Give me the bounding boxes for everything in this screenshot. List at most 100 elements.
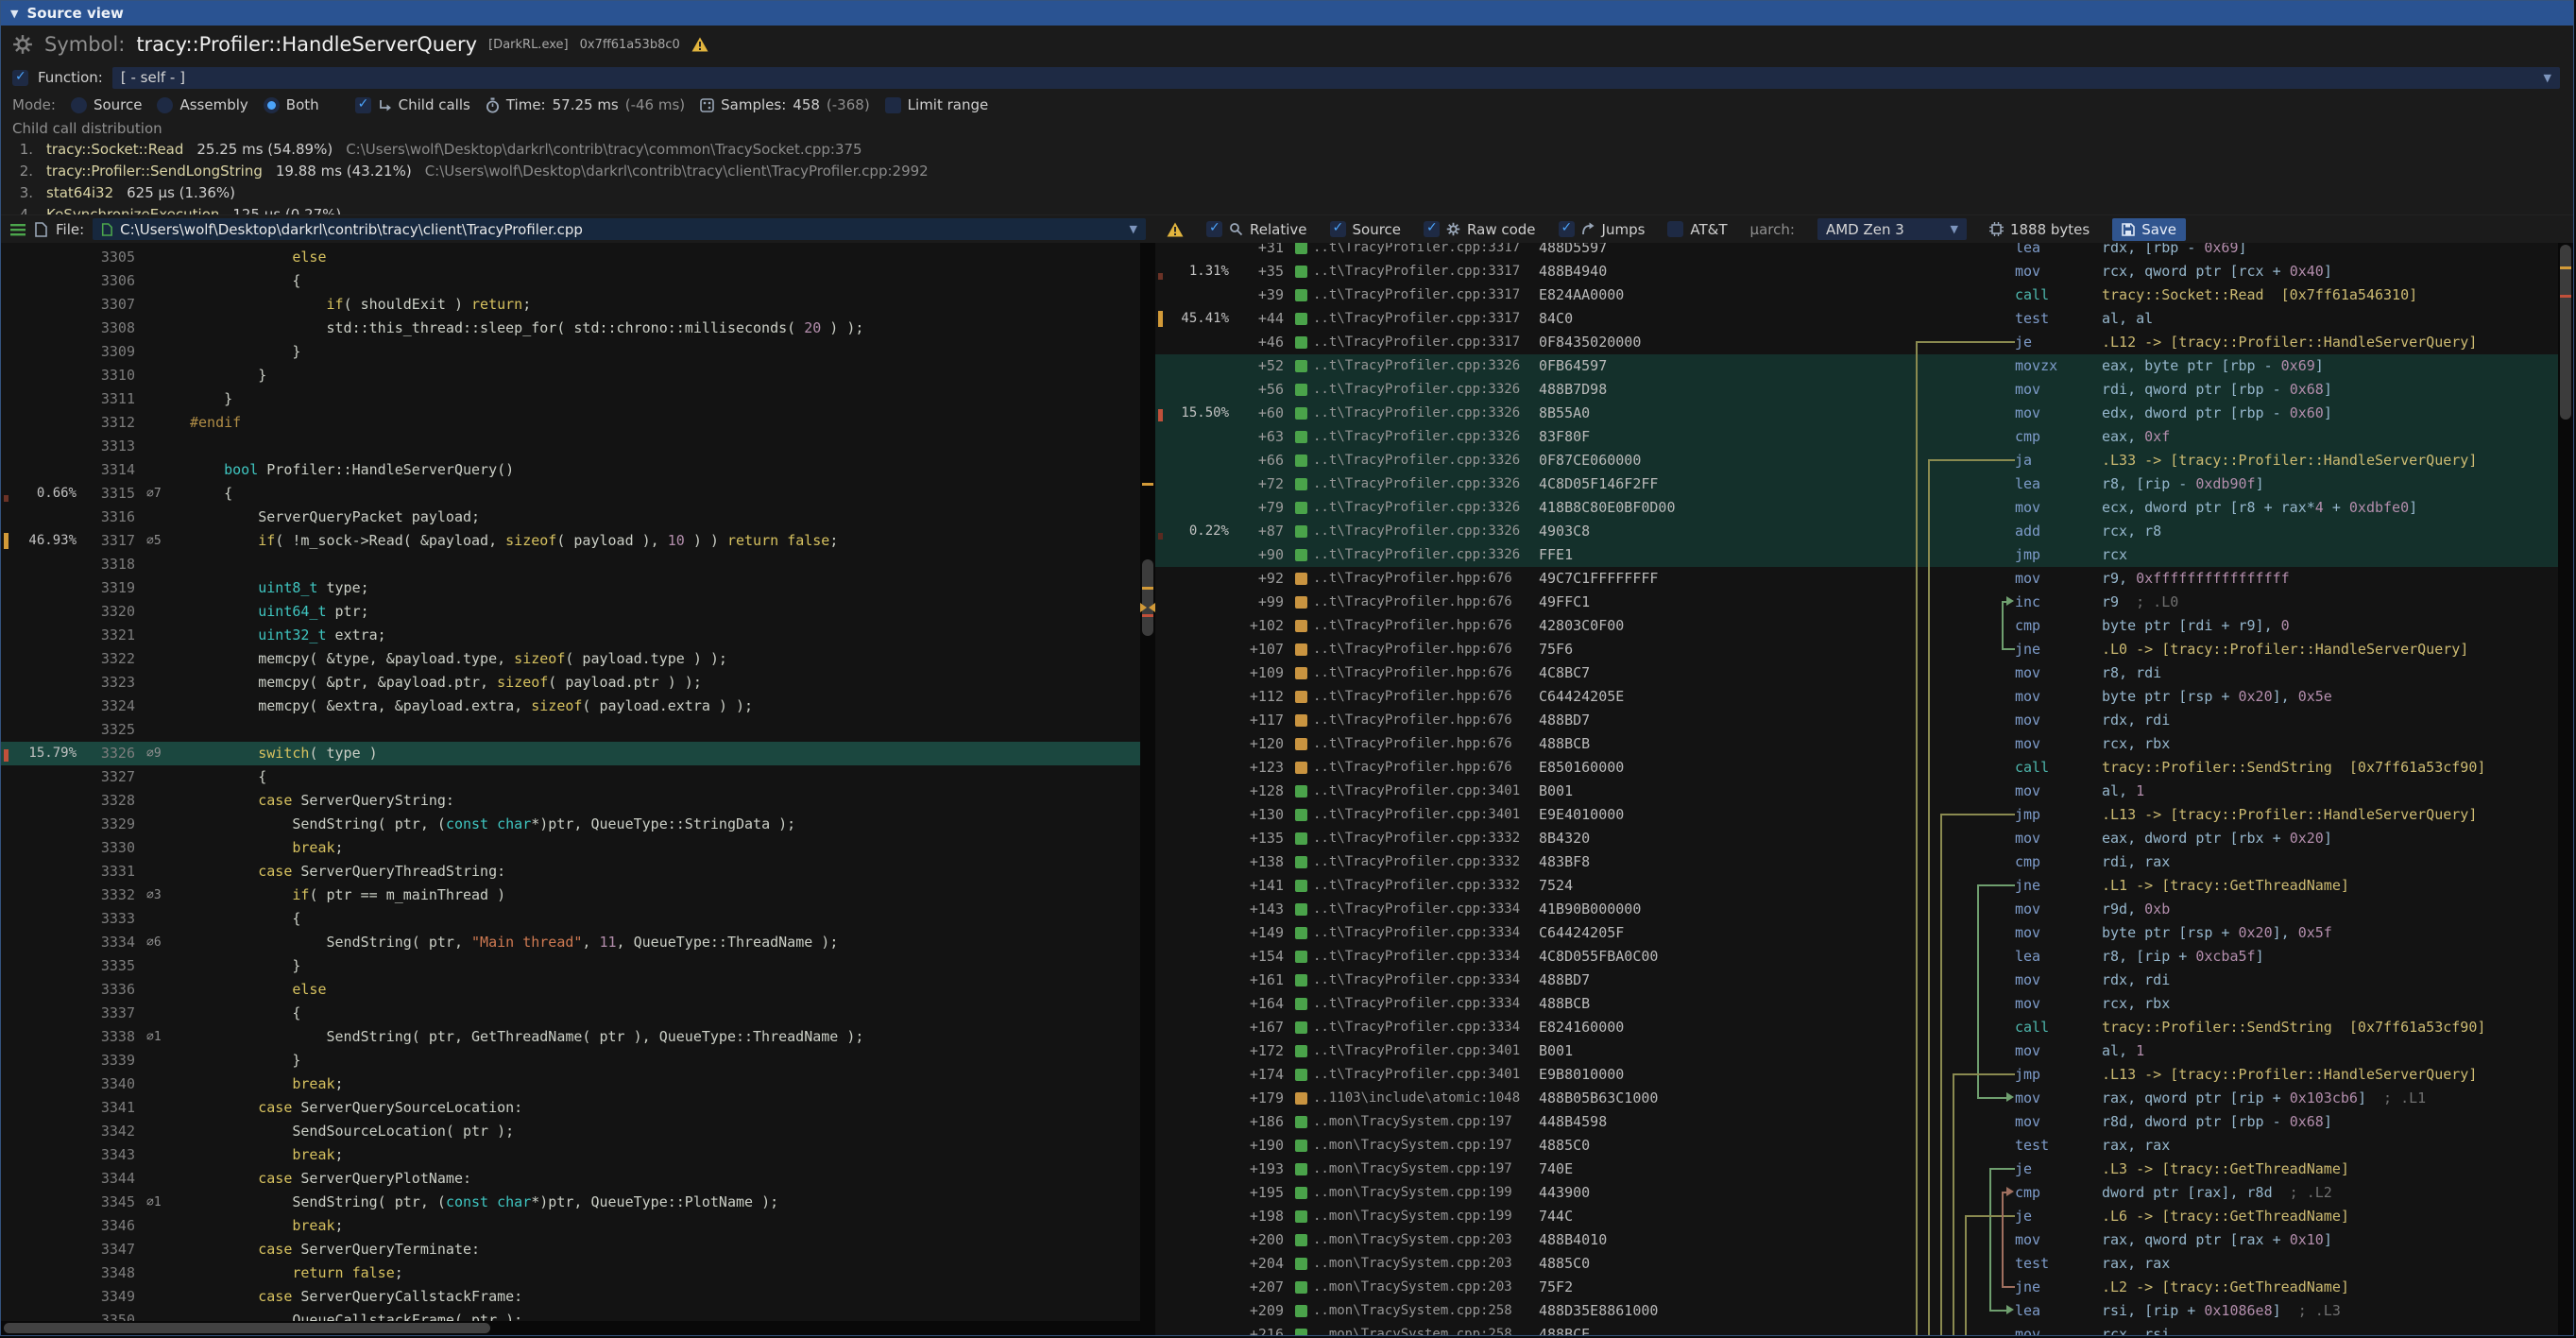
- source-line[interactable]: 3334⌀6 SendString( ptr, "Main thread", 1…: [1, 931, 1140, 954]
- asm-row[interactable]: +186..mon\TracySystem.cpp:197448B4598mov…: [1155, 1110, 2558, 1134]
- asm-row[interactable]: +216..mon\TracySystem.cpp:258488BCEmovrc…: [1155, 1323, 2558, 1335]
- source-line[interactable]: 3340 break;: [1, 1072, 1140, 1096]
- mode-radio-assembly[interactable]: Assembly: [157, 96, 247, 113]
- asm-row[interactable]: +179..1103\include\atomic:1048488B05B63C…: [1155, 1087, 2558, 1110]
- att-checkbox[interactable]: AT&T: [1667, 221, 1727, 238]
- list-icon[interactable]: [10, 223, 26, 236]
- asm-row[interactable]: +141..t\TracyProfiler.cpp:33327524jne.L1…: [1155, 874, 2558, 898]
- function-checkbox[interactable]: [12, 70, 28, 86]
- asm-row[interactable]: +72..t\TracyProfiler.cpp:33264C8D05F146F…: [1155, 472, 2558, 496]
- mode-radio-source[interactable]: Source: [71, 96, 143, 113]
- source-line[interactable]: 3328 case ServerQueryString:: [1, 789, 1140, 813]
- scrollbar-thumb[interactable]: [4, 1323, 490, 1333]
- source-line[interactable]: 0.66%3315⌀7 {: [1, 482, 1140, 506]
- source-line[interactable]: 3332⌀3 if( ptr == m_mainThread ): [1, 883, 1140, 907]
- source-line[interactable]: 46.93%3317⌀5 if( !m_sock->Read( &payload…: [1, 529, 1140, 553]
- source-line[interactable]: 3348 return false;: [1, 1261, 1140, 1285]
- scrollbar-thumb[interactable]: [2560, 245, 2571, 420]
- scrollbar-thumb[interactable]: [1142, 559, 1153, 636]
- limit-range-checkbox[interactable]: Limit range: [885, 96, 989, 113]
- child-call-item[interactable]: 3.stat64i32625 μs (1.36%): [12, 182, 2562, 204]
- source-line[interactable]: 3323 memcpy( &ptr, &payload.ptr, sizeof(…: [1, 671, 1140, 695]
- source-line[interactable]: 3319 uint8_t type;: [1, 576, 1140, 600]
- asm-row[interactable]: +52..t\TracyProfiler.cpp:33260FB64597mov…: [1155, 354, 2558, 378]
- asm-row[interactable]: +112..t\TracyProfiler.hpp:676C64424205Em…: [1155, 685, 2558, 709]
- asm-row[interactable]: +154..t\TracyProfiler.cpp:33344C8D055FBA…: [1155, 945, 2558, 969]
- source-horizontal-scrollbar[interactable]: [1, 1321, 1140, 1335]
- asm-row[interactable]: +172..t\TracyProfiler.cpp:3401B001moval,…: [1155, 1039, 2558, 1063]
- asm-row[interactable]: +117..t\TracyProfiler.hpp:676488BD7movrd…: [1155, 709, 2558, 732]
- mode-radio-both[interactable]: Both: [264, 96, 319, 113]
- source-vertical-scrollbar[interactable]: [1140, 243, 1155, 1335]
- asm-row[interactable]: +138..t\TracyProfiler.cpp:3332483BF8cmpr…: [1155, 850, 2558, 874]
- source-line[interactable]: 3321 uint32_t extra;: [1, 624, 1140, 647]
- source-line[interactable]: 3308 std::this_thread::sleep_for( std::c…: [1, 317, 1140, 340]
- child-calls-checkbox[interactable]: Child calls: [355, 96, 470, 113]
- asm-row[interactable]: +190..mon\TracySystem.cpp:1974885C0testr…: [1155, 1134, 2558, 1158]
- source-line[interactable]: 3330 break;: [1, 836, 1140, 860]
- asm-row[interactable]: +92..t\TracyProfiler.hpp:67649C7C1FFFFFF…: [1155, 567, 2558, 591]
- asm-row[interactable]: +56..t\TracyProfiler.cpp:3326488B7D98mov…: [1155, 378, 2558, 402]
- source-line[interactable]: 3347 case ServerQueryTerminate:: [1, 1238, 1140, 1261]
- function-combo[interactable]: [ - self - ] ▼: [112, 67, 2560, 89]
- asm-row[interactable]: +149..t\TracyProfiler.cpp:3334C64424205F…: [1155, 921, 2558, 945]
- jumps-checkbox[interactable]: Jumps: [1559, 221, 1646, 238]
- asm-row[interactable]: +63..t\TracyProfiler.cpp:332683F80Fcmpea…: [1155, 425, 2558, 449]
- asm-row[interactable]: +200..mon\TracySystem.cpp:203488B4010mov…: [1155, 1228, 2558, 1252]
- asm-row[interactable]: +31..t\TracyProfiler.cpp:3317488D5597lea…: [1155, 243, 2558, 260]
- source-line[interactable]: 3336 else: [1, 978, 1140, 1002]
- source-line[interactable]: 3311 }: [1, 387, 1140, 411]
- source-line[interactable]: 3343 break;: [1, 1143, 1140, 1167]
- source-line[interactable]: 3320 uint64_t ptr;: [1, 600, 1140, 624]
- source-line[interactable]: 3329 SendString( ptr, (const char*)ptr, …: [1, 813, 1140, 836]
- asm-row[interactable]: 15.50%+60..t\TracyProfiler.cpp:33268B55A…: [1155, 402, 2558, 425]
- asm-row[interactable]: +128..t\TracyProfiler.cpp:3401B001moval,…: [1155, 780, 2558, 803]
- source-line[interactable]: 3322 memcpy( &type, &payload.type, sizeo…: [1, 647, 1140, 671]
- child-call-item[interactable]: 4.KeSynchronizeExecution125 μs (0.27%): [12, 204, 2562, 214]
- asm-row[interactable]: +130..t\TracyProfiler.cpp:3401E9E4010000…: [1155, 803, 2558, 827]
- assembly-vertical-scrollbar[interactable]: [2558, 243, 2573, 1335]
- asm-row[interactable]: +107..t\TracyProfiler.hpp:67675F6jne.L0 …: [1155, 638, 2558, 661]
- source-line[interactable]: 3307 if( shouldExit ) return;: [1, 293, 1140, 317]
- relative-checkbox[interactable]: Relative: [1206, 221, 1307, 238]
- source-line[interactable]: 3339 }: [1, 1049, 1140, 1072]
- asm-row[interactable]: +195..mon\TracySystem.cpp:199443900cmpdw…: [1155, 1181, 2558, 1205]
- source-line[interactable]: 3305 else: [1, 246, 1140, 269]
- source-line[interactable]: 3342 SendSourceLocation( ptr );: [1, 1120, 1140, 1143]
- asm-row[interactable]: +161..t\TracyProfiler.cpp:3334488BD7movr…: [1155, 969, 2558, 992]
- source-line[interactable]: 3335 }: [1, 954, 1140, 978]
- asm-row[interactable]: +204..mon\TracySystem.cpp:2034885C0testr…: [1155, 1252, 2558, 1276]
- source-line[interactable]: 3306 {: [1, 269, 1140, 293]
- asm-row[interactable]: +164..t\TracyProfiler.cpp:3334488BCBmovr…: [1155, 992, 2558, 1016]
- asm-row[interactable]: +90..t\TracyProfiler.cpp:3326FFE1jmprcx: [1155, 543, 2558, 567]
- source-line[interactable]: 3341 case ServerQuerySourceLocation:: [1, 1096, 1140, 1120]
- asm-row[interactable]: 0.22%+87..t\TracyProfiler.cpp:33264903C8…: [1155, 520, 2558, 543]
- asm-row[interactable]: +123..t\TracyProfiler.hpp:676E850160000c…: [1155, 756, 2558, 780]
- source-line[interactable]: 3309 }: [1, 340, 1140, 364]
- source-line[interactable]: 3331 case ServerQueryThreadString:: [1, 860, 1140, 883]
- asm-row[interactable]: +135..t\TracyProfiler.cpp:33328B4320move…: [1155, 827, 2558, 850]
- asm-row[interactable]: +174..t\TracyProfiler.cpp:3401E9B8010000…: [1155, 1063, 2558, 1087]
- source-line[interactable]: 3316 ServerQueryPacket payload;: [1, 506, 1140, 529]
- source-line[interactable]: 3314 bool Profiler::HandleServerQuery(): [1, 458, 1140, 482]
- source-line[interactable]: 3324 memcpy( &extra, &payload.extra, siz…: [1, 695, 1140, 718]
- asm-row[interactable]: +209..mon\TracySystem.cpp:258488D35E8861…: [1155, 1299, 2558, 1323]
- asm-row[interactable]: +99..t\TracyProfiler.hpp:67649FFC1incr9 …: [1155, 591, 2558, 614]
- asm-row[interactable]: +198..mon\TracySystem.cpp:199744Cje.L6 -…: [1155, 1205, 2558, 1228]
- source-line[interactable]: 3345⌀1 SendString( ptr, (const char*)ptr…: [1, 1191, 1140, 1214]
- window-titlebar[interactable]: ▼ Source view: [1, 1, 2573, 26]
- child-call-item[interactable]: 1.tracy::Socket::Read25.25 ms (54.89%)C:…: [12, 139, 2562, 161]
- child-call-item[interactable]: 2.tracy::Profiler::SendLongString19.88 m…: [12, 161, 2562, 182]
- uarch-combo[interactable]: AMD Zen 3 ▼: [1817, 218, 1967, 240]
- asm-row[interactable]: +79..t\TracyProfiler.cpp:3326418B8C80E0B…: [1155, 496, 2558, 520]
- source-line[interactable]: 3327 {: [1, 765, 1140, 789]
- raw-code-checkbox[interactable]: Raw code: [1424, 221, 1536, 238]
- source-checkbox[interactable]: Source: [1330, 221, 1402, 238]
- source-line[interactable]: 3338⌀1 SendString( ptr, GetThreadName( p…: [1, 1025, 1140, 1049]
- source-line[interactable]: 3337 {: [1, 1002, 1140, 1025]
- source-line[interactable]: 3346 break;: [1, 1214, 1140, 1238]
- asm-row[interactable]: +102..t\TracyProfiler.hpp:67642803C0F00c…: [1155, 614, 2558, 638]
- asm-row[interactable]: +207..mon\TracySystem.cpp:20375F2jne.L2 …: [1155, 1276, 2558, 1299]
- source-line[interactable]: 3312#endif: [1, 411, 1140, 435]
- asm-row[interactable]: +120..t\TracyProfiler.hpp:676488BCBmovrc…: [1155, 732, 2558, 756]
